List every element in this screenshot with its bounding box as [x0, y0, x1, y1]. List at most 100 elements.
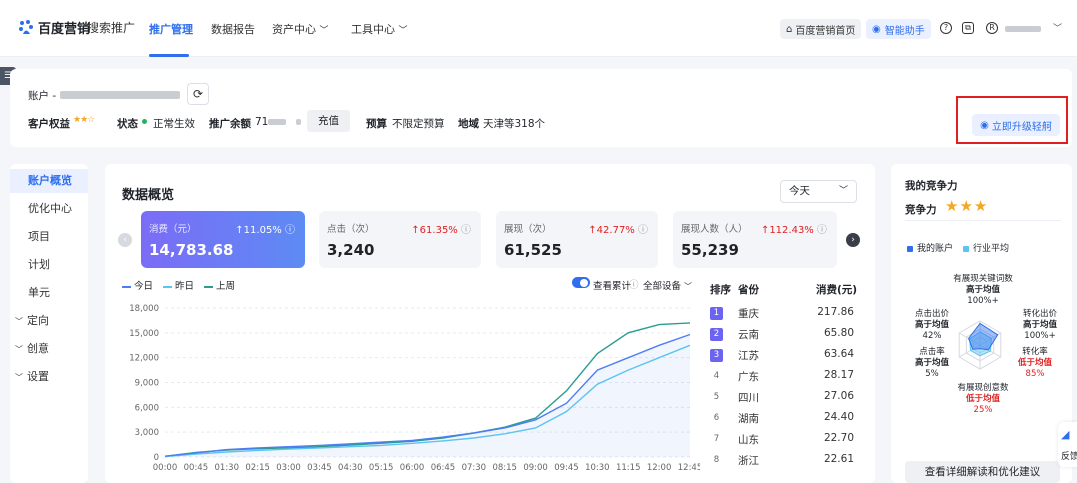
legend-today[interactable]: 今日 [122, 278, 153, 292]
assistant-icon: ◉ [872, 23, 881, 35]
kpi-prev-arrow-icon[interactable]: ‹ [118, 233, 132, 247]
baidu-logo-icon [19, 20, 33, 34]
active-tab-indicator [149, 54, 189, 57]
chevron-down-icon: ﹀ [319, 26, 329, 36]
ranking-row[interactable]: 4 广东 28.17 [710, 367, 856, 387]
x-tick-label: 01:30 [215, 463, 240, 473]
province-spend: 22.70 [823, 432, 854, 444]
ranking-row[interactable]: 6 湖南 24.40 [710, 409, 856, 429]
kpi-card-impressions[interactable]: 展现（次） ↑42.77% ⓘ 61,525 [496, 211, 658, 268]
info-icon: ⓘ [629, 280, 639, 291]
sidebar-item-overview[interactable]: 账户概览 [10, 169, 88, 193]
assistant-button[interactable]: ◉ 智能助手 [866, 19, 931, 39]
status-label: 状态 [117, 118, 138, 130]
y-tick-label: 3,000 [135, 428, 159, 438]
sidebar-item-creatives[interactable]: ﹀ 创意 [10, 337, 88, 361]
divider [905, 220, 1061, 221]
sidebar-item-plans[interactable]: 计划 [10, 253, 88, 277]
home-link-button[interactable]: ⌂ 百度营销首页 [780, 19, 862, 39]
brand-name: 百度营销 [38, 22, 91, 37]
rank-number: 8 [713, 455, 720, 465]
ranking-row[interactable]: 2 云南 65.80 [710, 325, 856, 345]
detail-advice-button[interactable]: 查看详细解读和优化建议 [905, 461, 1060, 483]
x-tick-label: 11:15 [616, 463, 641, 473]
region-label: 地域 [458, 118, 479, 130]
rank-number: 6 [713, 413, 720, 423]
sidebar-item-projects[interactable]: 项目 [10, 225, 88, 249]
ranking-row[interactable]: 8 浙江 22.61 [710, 451, 856, 471]
legend-swatch [163, 285, 173, 288]
y-tick-label: 18,000 [129, 304, 159, 314]
radar-label-conv-rate: 转化率 低于均值 85% [1017, 347, 1052, 379]
region-value[interactable]: 天津等318个 [483, 116, 545, 131]
kpi-card-reach[interactable]: 展现人数（人） ↑112.43% ⓘ 55,239 [673, 211, 837, 268]
sidebar-item-units[interactable]: 单元 [10, 281, 88, 305]
user-icon[interactable]: R [986, 22, 998, 34]
budget-value[interactable]: 不限定预算 [392, 116, 445, 131]
x-tick-label: 09:00 [523, 463, 548, 473]
nav-tab-reports[interactable]: 数据报告 [211, 21, 255, 37]
overview-title: 数据概览 [122, 188, 175, 203]
nav-tab-campaign[interactable]: 推广管理 [149, 21, 193, 37]
cumulative-toggle[interactable] [572, 277, 590, 288]
info-icon: ⓘ [638, 225, 648, 236]
rank-number: 5 [713, 392, 720, 402]
ranking-row[interactable]: 5 四川 27.06 [710, 388, 856, 408]
feedback-tab[interactable]: ◢ 反馈 [1058, 422, 1077, 467]
radar-label-keywords: 有展现关键词数 高于均值 100%+ [953, 274, 1013, 306]
copy-icon[interactable]: ⧉ [962, 22, 974, 34]
chevron-down-icon[interactable]: ﹀ [1053, 21, 1062, 34]
legend-swatch [204, 285, 214, 288]
recharge-button[interactable]: 充值 [307, 110, 350, 132]
x-tick-label: 12:00 [647, 463, 672, 473]
x-tick-label: 00:00 [153, 463, 178, 473]
ranking-row[interactable]: 3 江苏 63.64 [710, 346, 856, 366]
x-tick-label: 07:30 [462, 463, 487, 473]
competition-radar-chart [958, 320, 1002, 370]
device-select[interactable]: 全部设备 ﹀ [643, 278, 692, 292]
province-name: 四川 [738, 392, 759, 404]
province-spend: 24.40 [823, 411, 854, 423]
sidebar-item-settings[interactable]: ﹀ 设置 [10, 365, 88, 389]
legend-yesterday[interactable]: 昨日 [163, 278, 194, 292]
ranking-row[interactable]: 7 山东 22.70 [710, 430, 856, 450]
legend-industry: 行业平均 [963, 241, 1009, 254]
sidebar-item-targeting[interactable]: ﹀ 定向 [10, 309, 88, 333]
chevron-down-icon: ﹀ [838, 186, 848, 196]
refresh-icon[interactable]: ⟳ [187, 83, 209, 105]
balance-redacted [268, 119, 286, 125]
province-name: 山东 [738, 434, 759, 446]
x-tick-label: 05:15 [369, 463, 394, 473]
period-select[interactable]: 今天 ﹀ [780, 180, 857, 203]
kpi-card-clicks[interactable]: 点击（次） ↑61.35% ⓘ 3,240 [319, 211, 481, 268]
province-name: 广东 [738, 371, 759, 383]
upgrade-button[interactable]: ◉ 立即升级轻舸 [972, 114, 1060, 136]
rank-number: 4 [713, 371, 720, 381]
kpi-card-spend[interactable]: 消费（元） ↑11.05% ⓘ 14,783.68 [141, 211, 305, 268]
province-spend: 22.61 [823, 453, 854, 465]
status-dot [142, 119, 147, 124]
radar-label-creatives: 有展现创意数 低于均值 25% [957, 383, 1009, 415]
left-sidebar: 账户概览 优化中心 项目 计划 单元 ﹀ 定向 ﹀ 创意 ﹀ 设置 [10, 164, 88, 483]
province-spend: 217.86 [817, 306, 854, 318]
province-name: 重庆 [738, 308, 759, 320]
rank-header: 排序 [710, 284, 731, 296]
legend-lastweek[interactable]: 上周 [204, 278, 235, 292]
rank-number: 3 [710, 349, 723, 362]
budget-label: 预算 [366, 118, 387, 130]
balance-value: 71 [255, 116, 269, 128]
nav-tab-assets[interactable]: 资产中心 ﹀ [272, 21, 329, 37]
nav-tab-tools[interactable]: 工具中心 ﹀ [351, 21, 408, 37]
sidebar-item-optimization[interactable]: 优化中心 [10, 197, 88, 221]
province-name: 湖南 [738, 413, 759, 425]
cumulative-label: 查看累计 [593, 281, 632, 292]
balance-label: 推广余额 [209, 118, 251, 130]
x-tick-label: 04:30 [338, 463, 363, 473]
province-spend: 63.64 [823, 348, 854, 360]
help-icon[interactable]: ? [940, 22, 952, 34]
y-tick-label: 15,000 [129, 329, 159, 339]
kpi-next-arrow-icon[interactable]: › [846, 233, 860, 247]
ranking-row[interactable]: 1 重庆 217.86 [710, 304, 856, 324]
info-icon: ⓘ [285, 225, 295, 236]
username-redacted [1005, 26, 1041, 32]
